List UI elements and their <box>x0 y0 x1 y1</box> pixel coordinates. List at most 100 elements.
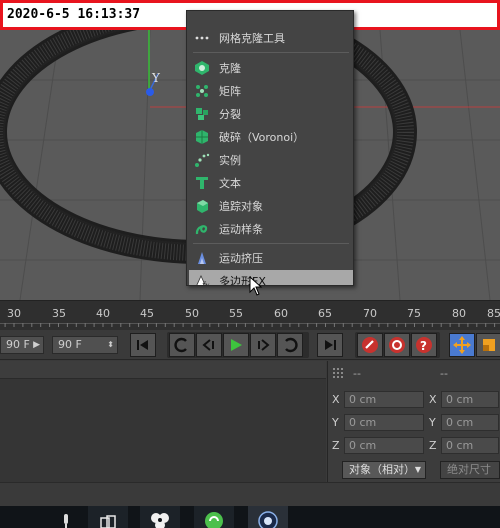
svg-text:Y: Y <box>151 71 161 85</box>
coordinate-mode-dropdown[interactable]: 对象（相对） ▼ <box>342 461 426 479</box>
size-x-field[interactable]: 0 cm <box>441 391 499 408</box>
menu-item-label: 运动样条 <box>219 223 263 236</box>
axis-label-x: X <box>332 393 340 406</box>
timeline-ruler[interactable]: 30 35 40 45 50 55 60 65 70 75 80 85 <box>0 300 500 330</box>
go-to-start-button[interactable] <box>130 333 156 357</box>
position-z-field[interactable]: 0 cm <box>344 437 424 454</box>
timeline-tick: 60 <box>274 307 288 320</box>
menu-item-label: 矩阵 <box>219 85 241 98</box>
panel-header-strip <box>0 361 326 379</box>
timeline-tick: 35 <box>52 307 66 320</box>
timeline-tick: 50 <box>185 307 199 320</box>
timeline-tick: 80 <box>452 307 466 320</box>
auto-key-button[interactable] <box>384 333 410 357</box>
app-pinwheel-icon[interactable] <box>140 506 180 528</box>
start-frame-value: 90 F <box>6 338 30 351</box>
task-view-icon[interactable] <box>88 506 128 528</box>
matrix-icon <box>191 82 213 100</box>
tracer-icon <box>191 197 213 215</box>
timeline-tick: 45 <box>140 307 154 320</box>
move-tool-button[interactable] <box>449 333 475 357</box>
scale-tool-button[interactable] <box>476 333 500 357</box>
timeline-tick: 85 <box>487 307 500 320</box>
menu-item-text[interactable]: 文本 <box>189 172 353 194</box>
next-frame-button[interactable] <box>250 333 276 357</box>
menu-item-fracture[interactable]: 分裂 <box>189 103 353 125</box>
polyfx-icon: fx <box>191 272 213 286</box>
size-mode-dropdown[interactable]: 绝对尺寸 <box>440 461 500 479</box>
cinema4d-taskbar-icon[interactable] <box>248 506 288 528</box>
menu-item-cloner[interactable]: 克隆 <box>189 57 353 79</box>
skip-to-end-icon <box>325 340 336 350</box>
svg-text:?: ? <box>420 339 427 353</box>
fracture-icon <box>191 105 213 123</box>
axis-label-y: Y <box>332 416 339 429</box>
motion-extrude-icon <box>191 249 213 267</box>
transport-bar: 90 F ▶ 90 F ⬍ ? <box>0 330 500 360</box>
timeline-tick: 40 <box>96 307 110 320</box>
go-to-end-button[interactable] <box>317 333 343 357</box>
material-manager-panel[interactable] <box>0 361 326 482</box>
axis-label-y2: Y <box>429 416 436 429</box>
cinema4d-window: Y 2020-6-5 16:13:37 网格克隆工具 克隆 矩阵 分裂 破碎（V… <box>0 0 500 528</box>
menu-item-motion-spline[interactable]: 运动样条 <box>189 218 353 240</box>
axis-label-x2: X <box>429 393 437 406</box>
menu-item-voronoi-fracture[interactable]: 破碎（Voronoi） <box>189 126 353 148</box>
motion-spline-icon <box>191 220 213 238</box>
axis-label-z2: Z <box>429 439 437 452</box>
timeline-tick: 30 <box>7 307 21 320</box>
keyframe-selection-button[interactable]: ? <box>411 333 437 357</box>
menu-item-polyfx[interactable]: fx 多边形FX <box>189 270 353 286</box>
menu-separator <box>193 243 349 244</box>
position-x-field[interactable]: 0 cm <box>344 391 424 408</box>
loop-forward-icon <box>285 337 298 353</box>
menu-item-tracer[interactable]: 追踪对象 <box>189 195 353 217</box>
menu-item-label: 追踪对象 <box>219 200 263 213</box>
svg-text:fx: fx <box>201 281 210 286</box>
record-keys-button[interactable] <box>357 333 383 357</box>
menu-item-label: 文本 <box>219 177 241 190</box>
move-arrows-icon <box>453 336 471 354</box>
menu-item-matrix[interactable]: 矩阵 <box>189 80 353 102</box>
skip-to-start-icon <box>137 340 148 350</box>
previous-frame-button[interactable] <box>196 333 222 357</box>
instance-icon <box>191 151 213 169</box>
size-header: -- <box>440 367 448 380</box>
app-green-circle-icon[interactable] <box>194 506 234 528</box>
grid-dots-icon <box>191 29 213 47</box>
timeline-tick: 70 <box>363 307 377 320</box>
timeline-tick: 65 <box>318 307 332 320</box>
menu-item-partial[interactable]: 网格克隆工具 <box>189 27 353 49</box>
previous-key-button[interactable] <box>169 333 195 357</box>
menu-item-label: 实例 <box>219 154 241 167</box>
field-arrow-icon: ▶ <box>33 340 40 350</box>
menu-item-motion-extrude[interactable]: 运动挤压 <box>189 247 353 269</box>
text-icon <box>191 174 213 192</box>
voronoi-fracture-icon <box>191 128 213 146</box>
step-back-icon <box>202 339 214 351</box>
menu-item-instance[interactable]: 实例 <box>189 149 353 171</box>
mouse-cursor-icon <box>249 276 263 296</box>
next-key-button[interactable] <box>277 333 303 357</box>
timeline-tick: 55 <box>229 307 243 320</box>
end-frame-value: 90 F <box>58 338 82 351</box>
start-frame-field[interactable]: 90 F ▶ <box>0 336 44 354</box>
play-forward-button[interactable] <box>223 333 249 357</box>
timeline-tick: 75 <box>407 307 421 320</box>
scale-icon <box>483 339 495 351</box>
play-icon <box>231 339 242 351</box>
size-z-field[interactable]: 0 cm <box>441 437 499 454</box>
loop-back-icon <box>174 337 187 353</box>
position-header: -- <box>353 367 361 380</box>
microphone-icon[interactable] <box>56 506 76 528</box>
windows-taskbar <box>0 506 500 528</box>
end-frame-field[interactable]: 90 F ⬍ <box>52 336 118 354</box>
position-y-field[interactable]: 0 cm <box>344 414 424 431</box>
auto-key-icon <box>389 337 405 353</box>
help-icon: ? <box>416 337 432 353</box>
spinner-arrows-icon: ⬍ <box>107 340 114 349</box>
size-y-field[interactable]: 0 cm <box>441 414 499 431</box>
axis-label-z: Z <box>332 439 340 452</box>
cloner-icon <box>191 59 213 77</box>
mograph-dropdown-menu: 网格克隆工具 克隆 矩阵 分裂 破碎（Voronoi） 实例 文本 追踪对象 运… <box>186 10 354 286</box>
